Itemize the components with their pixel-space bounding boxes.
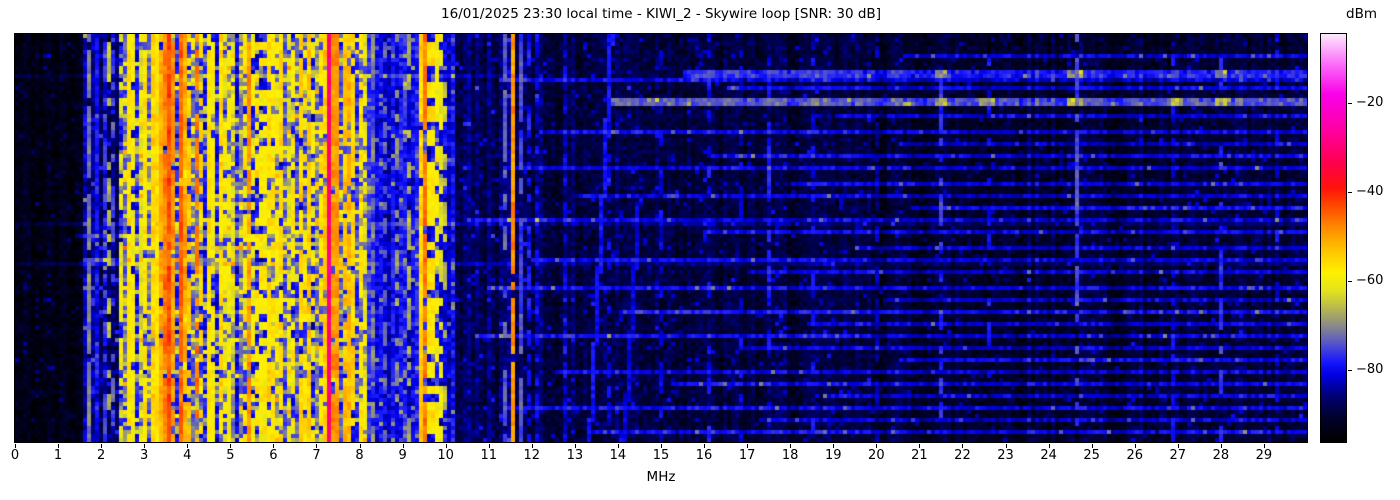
- waterfall-heatmap: [14, 33, 1308, 443]
- colorbar-tick-mark: [1348, 192, 1352, 193]
- x-tick-label: 20: [868, 448, 885, 463]
- x-tick-label: 24: [1040, 448, 1057, 463]
- x-tick-label: 0: [11, 448, 19, 463]
- x-tick-label: 10: [437, 448, 454, 463]
- colorbar-gradient: [1320, 33, 1347, 443]
- x-tick-label: 9: [398, 448, 406, 463]
- x-tick-label: 7: [312, 448, 320, 463]
- x-tick-label: 21: [911, 448, 928, 463]
- x-tick-label: 17: [739, 448, 756, 463]
- x-tick-label: 8: [355, 448, 363, 463]
- x-tick-label: 18: [782, 448, 799, 463]
- colorbar-tick-mark: [1348, 281, 1352, 282]
- x-tick-label: 16: [696, 448, 713, 463]
- x-tick-label: 11: [480, 448, 497, 463]
- x-tick-label: 14: [610, 448, 627, 463]
- x-tick-label: 15: [653, 448, 670, 463]
- x-tick-label: 23: [997, 448, 1014, 463]
- x-tick-label: 12: [524, 448, 541, 463]
- plot-title: 16/01/2025 23:30 local time - KIWI_2 - S…: [14, 6, 1308, 22]
- x-tick-label: 6: [269, 448, 277, 463]
- colorbar-unit-label: dBm: [1346, 6, 1377, 22]
- colorbar-tick-label: −40: [1356, 184, 1383, 199]
- colorbar-tick-mark: [1348, 370, 1352, 371]
- x-tick-label: 28: [1213, 448, 1230, 463]
- x-tick-label: 25: [1083, 448, 1100, 463]
- x-tick-label: 4: [183, 448, 191, 463]
- x-axis-label: MHz: [14, 469, 1308, 485]
- x-tick-label: 2: [97, 448, 105, 463]
- x-tick-label: 1: [54, 448, 62, 463]
- colorbar-tick-label: −80: [1356, 362, 1383, 377]
- x-tick-label: 27: [1170, 448, 1187, 463]
- x-tick-label: 13: [567, 448, 584, 463]
- figure-canvas: { "figure": { "title": "16/01/2025 23:30…: [0, 0, 1400, 500]
- x-tick-label: 19: [825, 448, 842, 463]
- colorbar-tick-mark: [1348, 103, 1352, 104]
- x-tick-label: 3: [140, 448, 148, 463]
- x-tick-label: 26: [1126, 448, 1143, 463]
- x-tick-label: 22: [954, 448, 971, 463]
- x-tick-label: 5: [226, 448, 234, 463]
- colorbar-tick-label: −60: [1356, 273, 1383, 288]
- colorbar-tick-label: −20: [1356, 95, 1383, 110]
- x-tick-label: 29: [1256, 448, 1273, 463]
